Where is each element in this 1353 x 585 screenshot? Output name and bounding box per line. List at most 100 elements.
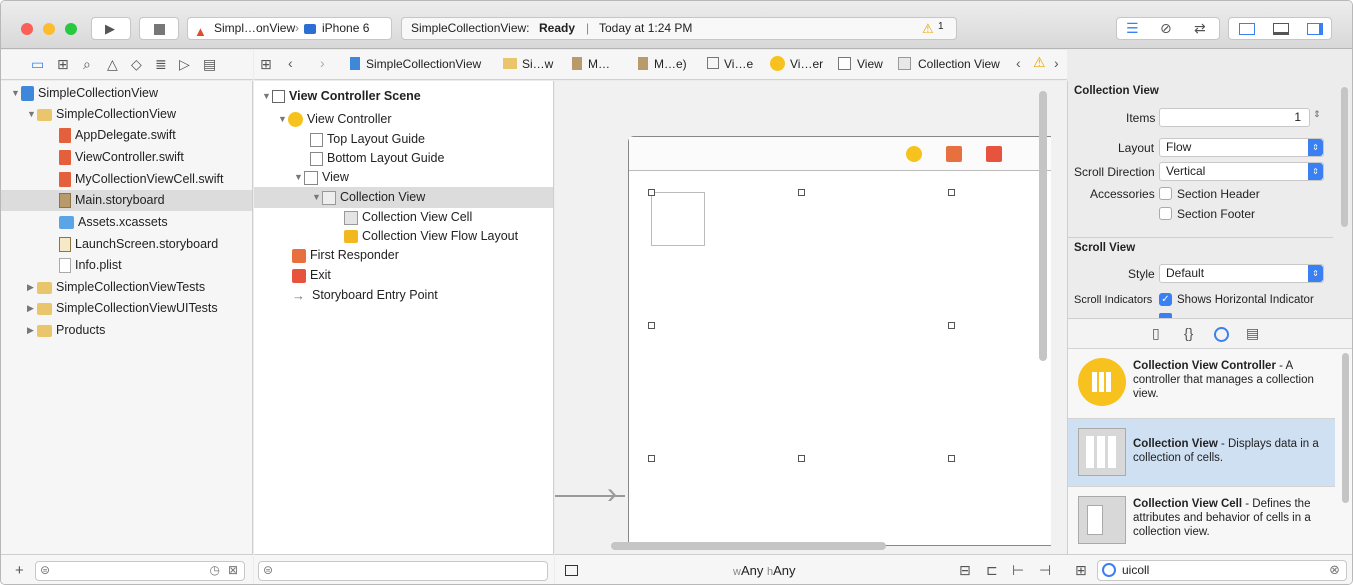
size-class-control[interactable]: wAny hAny [733,563,796,578]
section-header-checkbox[interactable] [1159,187,1172,200]
resolve-issues-icon[interactable]: ⊣ [1039,562,1051,579]
debug-navigator-icon[interactable]: ≣ [155,56,167,73]
scene-frame[interactable] [628,136,1058,546]
first-responder-icon[interactable] [946,146,962,162]
outline-item[interactable]: ▼ View [294,167,349,188]
jump-item[interactable]: M…e) [654,57,687,71]
section-footer-checkbox[interactable] [1159,207,1172,220]
jump-item[interactable]: Vi…e [724,57,753,71]
pin-icon[interactable]: ⊢ [1012,562,1024,579]
stepper-icon[interactable]: ⇕ [1313,109,1321,120]
run-button[interactable]: ▶ [91,17,131,40]
zoom-window-button[interactable] [65,23,77,35]
related-items-icon[interactable]: ⊞ [260,56,272,73]
nav-item[interactable]: MyCollectionViewCell.swift [59,169,223,190]
resize-handle[interactable] [948,455,955,462]
nav-item[interactable]: Info.plist [59,255,122,276]
jump-item[interactable]: View [857,57,883,71]
nav-item[interactable]: AppDelegate.swift [59,125,176,146]
next-issue-icon[interactable]: › [1054,55,1059,71]
exit-icon[interactable] [986,146,1002,162]
file-template-icon[interactable]: ▯ [1152,325,1160,342]
nav-item[interactable]: ▶ SimpleCollectionViewTests [27,277,205,298]
align-icon[interactable]: ⊏ [986,562,998,579]
version-editor-icon[interactable]: ⇄ [1194,20,1206,37]
storyboard-canvas[interactable]: › [555,81,1058,554]
stop-button[interactable] [139,17,179,40]
jump-item[interactable]: M… [588,57,610,71]
scm-filter-icon[interactable]: ⊠ [228,563,238,577]
outline-item[interactable]: ▼ View Controller [278,109,392,130]
collection-view-cell[interactable] [651,192,705,246]
warning-icon[interactable]: ⚠ [922,18,934,39]
symbol-navigator-icon[interactable]: ⊞ [57,56,69,73]
utilities-toggle-icon[interactable] [1307,23,1323,35]
embed-in-stack-icon[interactable]: ⊟ [959,562,971,579]
outline-item[interactable]: ▼ View Controller Scene [262,86,421,107]
library-item[interactable]: Collection View Cell - Defines the attri… [1068,487,1335,554]
forward-icon[interactable]: › [320,55,325,71]
nav-item[interactable]: ViewController.swift [59,147,184,168]
jump-item[interactable]: Collection View [918,57,1000,71]
outline-toggle-icon[interactable] [565,565,578,576]
outline-item[interactable]: Collection View Cell [344,207,472,228]
nav-item-selected[interactable]: Main.storyboard [59,190,165,211]
nav-item[interactable]: ▼ SimpleCollectionView [27,104,176,125]
resize-handle[interactable] [948,322,955,329]
navigator-filter-field[interactable]: ⊜ ◷ ⊠ [35,561,245,581]
report-navigator-icon[interactable]: ▤ [203,56,216,73]
clear-search-icon[interactable]: ⊗ [1329,562,1340,578]
editor-mode-segment[interactable]: ☰ ⊘ ⇄ [1116,17,1220,40]
add-icon[interactable]: + [15,562,24,579]
project-navigator-icon[interactable]: ▭ [31,56,44,73]
outline-item[interactable]: Top Layout Guide [310,129,425,150]
outline-item[interactable]: First Responder [292,245,399,266]
code-snippet-icon[interactable]: {} [1184,325,1193,341]
style-select[interactable]: Default ⇕ [1159,264,1324,283]
scheme-selector[interactable]: ▲ Simpl…onView › iPhone 6 [187,17,392,40]
view-controller-icon[interactable] [906,146,922,162]
grid-view-icon[interactable]: ⊞ [1075,562,1087,579]
resize-handle[interactable] [798,455,805,462]
library-scrollbar[interactable] [1342,353,1349,503]
outline-filter-field[interactable]: ⊜ [258,561,548,581]
outline-item[interactable]: → Storyboard Entry Point [292,285,438,306]
inspector-scrollbar[interactable] [1341,87,1348,227]
outline-item-selected[interactable]: ▼ Collection View [312,187,425,208]
assistant-editor-icon[interactable]: ⊘ [1160,20,1172,37]
nav-item[interactable]: ▼ SimpleCollectionView [11,83,158,104]
outline-item[interactable]: Exit [292,265,331,286]
resize-handle[interactable] [798,189,805,196]
media-library-icon[interactable]: ▤ [1246,325,1259,342]
layout-select[interactable]: Flow ⇕ [1159,138,1324,157]
items-field[interactable]: 1 [1159,108,1310,127]
test-navigator-icon[interactable]: ◇ [131,56,142,73]
debug-toggle-icon[interactable] [1273,23,1289,35]
library-item[interactable]: Collection View Controller - A controlle… [1068,349,1335,419]
navigator-toggle-icon[interactable] [1239,23,1255,35]
find-navigator-icon[interactable]: ⌕ [83,56,91,73]
recent-files-icon[interactable]: ◷ [210,563,220,577]
nav-item[interactable]: LaunchScreen.storyboard [59,234,218,255]
horizontal-scrollbar[interactable] [611,542,886,550]
jump-item[interactable]: Vi…er [790,57,823,71]
nav-item[interactable]: ▶ Products [27,320,105,341]
shows-horizontal-checkbox[interactable]: ✓ [1159,293,1172,306]
nav-item[interactable]: ▶ SimpleCollectionViewUITests [27,298,218,319]
scroll-direction-select[interactable]: Vertical ⇕ [1159,162,1324,181]
breakpoint-navigator-icon[interactable]: ▷ [179,56,190,73]
resize-handle[interactable] [648,455,655,462]
back-icon[interactable]: ‹ [288,55,293,71]
standard-editor-icon[interactable]: ☰ [1126,20,1139,37]
nav-item[interactable]: Assets.xcassets [59,212,168,233]
warning-icon[interactable]: ⚠ [1033,54,1046,71]
vertical-scrollbar[interactable] [1039,91,1047,361]
outline-item[interactable]: Bottom Layout Guide [310,148,444,169]
outline-item[interactable]: Collection View Flow Layout [344,226,518,247]
view-toggle-segment[interactable] [1228,17,1332,40]
resize-handle[interactable] [648,189,655,196]
object-library-icon[interactable] [1214,327,1229,342]
issue-navigator-icon[interactable]: △ [107,56,118,73]
jump-item[interactable]: SimpleCollectionView [366,57,481,71]
close-window-button[interactable] [21,23,33,35]
